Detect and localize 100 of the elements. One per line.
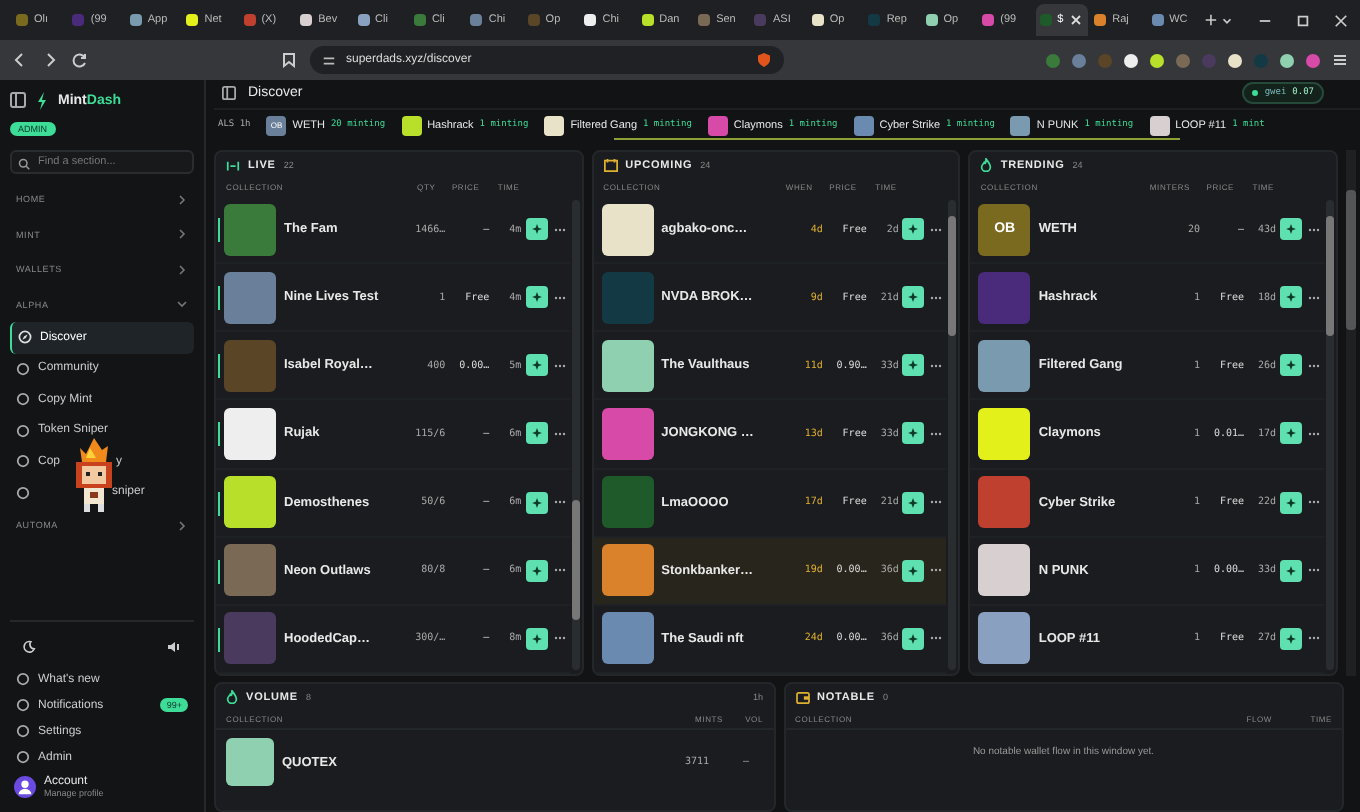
live-indicator bbox=[218, 286, 220, 311]
more-icon[interactable] bbox=[1308, 227, 1321, 232]
mint-button[interactable] bbox=[902, 218, 925, 241]
more-icon[interactable] bbox=[930, 431, 943, 436]
mint-button[interactable] bbox=[902, 286, 925, 309]
menu-icon[interactable] bbox=[1332, 52, 1348, 68]
mint-button[interactable] bbox=[1280, 218, 1303, 241]
circle-icon bbox=[16, 485, 30, 500]
more-icon[interactable] bbox=[553, 227, 566, 232]
mint-button[interactable] bbox=[1280, 559, 1303, 582]
bookmark-icon[interactable] bbox=[282, 52, 296, 68]
more-icon[interactable] bbox=[1308, 500, 1321, 505]
wallet-icon bbox=[795, 691, 809, 703]
more-icon[interactable] bbox=[930, 227, 943, 232]
new-tab-icon[interactable] bbox=[1204, 12, 1218, 28]
circle-icon bbox=[16, 361, 30, 376]
more-icon[interactable] bbox=[553, 363, 566, 368]
forward-icon[interactable] bbox=[42, 52, 58, 68]
sparkle-icon bbox=[908, 428, 919, 439]
circle-icon bbox=[16, 698, 30, 712]
mint-button[interactable] bbox=[902, 422, 925, 445]
sparkle-icon bbox=[908, 224, 919, 235]
circle-icon bbox=[16, 454, 30, 469]
collection-thumbnail bbox=[224, 612, 276, 665]
sparkle-icon bbox=[531, 497, 542, 508]
more-icon[interactable] bbox=[1308, 636, 1321, 641]
reload-icon[interactable] bbox=[72, 52, 88, 68]
collection-thumbnail bbox=[224, 339, 276, 392]
avatar-icon bbox=[14, 776, 36, 798]
more-icon[interactable] bbox=[930, 636, 943, 641]
live-indicator bbox=[218, 422, 220, 447]
sparkle-icon bbox=[1286, 497, 1297, 508]
maximize-icon[interactable] bbox=[1296, 13, 1310, 27]
more-icon[interactable] bbox=[553, 295, 566, 300]
sparkle-icon bbox=[531, 633, 542, 644]
flame-icon bbox=[226, 690, 238, 704]
collection-thumbnail bbox=[978, 476, 1031, 529]
circle-icon bbox=[16, 392, 30, 407]
sparkle-icon bbox=[1286, 565, 1297, 576]
sidebar-toggle-icon[interactable] bbox=[10, 92, 26, 108]
mint-button[interactable] bbox=[525, 491, 548, 514]
mint-button[interactable] bbox=[1280, 627, 1303, 650]
mint-button[interactable] bbox=[525, 218, 548, 241]
more-icon[interactable] bbox=[930, 295, 943, 300]
moon-icon[interactable] bbox=[22, 640, 36, 654]
mint-button[interactable] bbox=[525, 422, 548, 445]
page-scrollbar[interactable] bbox=[1346, 150, 1357, 676]
sparkle-icon bbox=[908, 497, 919, 508]
site-settings-icon[interactable] bbox=[322, 53, 336, 67]
shield-icon[interactable] bbox=[756, 52, 772, 68]
live-icon bbox=[226, 159, 240, 171]
mint-button[interactable] bbox=[1280, 354, 1303, 377]
more-icon[interactable] bbox=[930, 500, 943, 505]
mint-button[interactable] bbox=[902, 491, 925, 514]
chevron-icon bbox=[176, 263, 188, 276]
close-icon[interactable] bbox=[1334, 13, 1348, 27]
scrollbar[interactable] bbox=[571, 200, 580, 670]
panel-toggle-icon[interactable] bbox=[222, 86, 236, 101]
mint-button[interactable] bbox=[1280, 286, 1303, 309]
chevron-icon[interactable] bbox=[1220, 13, 1234, 27]
circle-icon bbox=[16, 672, 30, 686]
sparkle-icon bbox=[908, 360, 919, 371]
mint-button[interactable] bbox=[525, 559, 548, 582]
more-icon[interactable] bbox=[553, 568, 566, 573]
more-icon[interactable] bbox=[930, 363, 943, 368]
more-icon[interactable] bbox=[1308, 295, 1321, 300]
more-icon[interactable] bbox=[930, 568, 943, 573]
collection-thumbnail bbox=[978, 407, 1031, 460]
mint-button[interactable] bbox=[525, 354, 548, 377]
mint-button[interactable] bbox=[525, 627, 548, 650]
live-indicator bbox=[218, 218, 220, 242]
chevron-icon bbox=[176, 519, 188, 532]
scrollbar[interactable] bbox=[948, 200, 957, 670]
back-icon[interactable] bbox=[12, 52, 28, 68]
more-icon[interactable] bbox=[1308, 568, 1321, 573]
mint-button[interactable] bbox=[525, 286, 548, 309]
mint-button[interactable] bbox=[1280, 491, 1303, 514]
collection-thumbnail bbox=[601, 544, 654, 597]
sparkle-icon bbox=[531, 224, 542, 235]
mint-button[interactable] bbox=[1280, 422, 1303, 445]
sparkle-icon bbox=[531, 360, 542, 371]
chevron-icon bbox=[176, 298, 188, 311]
scrollbar[interactable] bbox=[1326, 200, 1335, 670]
flame-icon bbox=[980, 158, 993, 172]
more-icon[interactable] bbox=[1308, 363, 1321, 368]
more-icon[interactable] bbox=[553, 636, 566, 641]
sparkle-icon bbox=[908, 565, 919, 576]
more-icon[interactable] bbox=[553, 431, 566, 436]
speaker-icon[interactable] bbox=[166, 640, 182, 654]
mint-button[interactable] bbox=[902, 627, 925, 650]
close-icon[interactable] bbox=[1069, 14, 1082, 26]
collection-thumbnail bbox=[978, 339, 1031, 392]
live-indicator bbox=[218, 627, 220, 652]
more-icon[interactable] bbox=[553, 500, 566, 505]
live-indicator bbox=[218, 354, 220, 379]
mint-button[interactable] bbox=[902, 559, 925, 582]
more-icon[interactable] bbox=[1308, 431, 1321, 436]
sparkle-icon bbox=[531, 428, 542, 439]
mint-button[interactable] bbox=[902, 354, 925, 377]
chevron-icon bbox=[176, 228, 188, 241]
